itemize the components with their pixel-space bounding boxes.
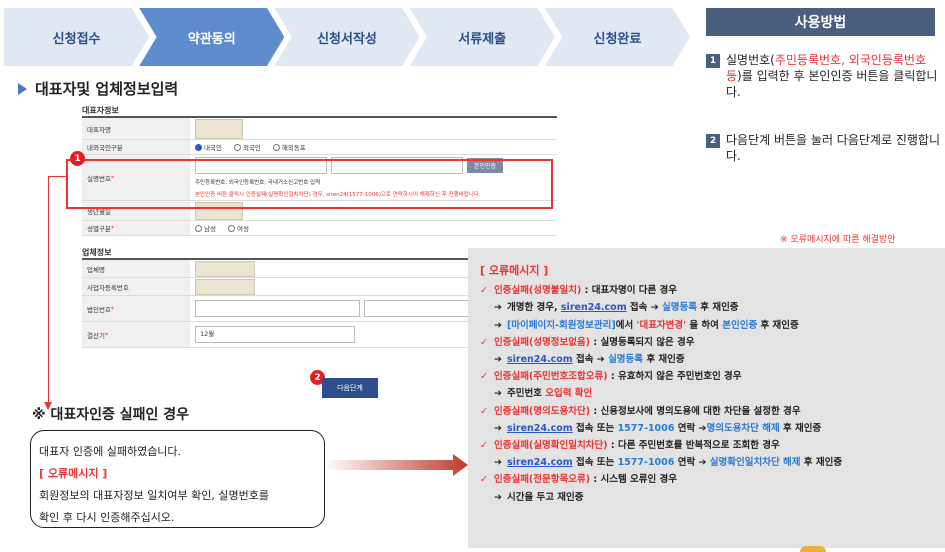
error-item-3: ✓ 인증실패(주민번호조합오류) : 유효하지 않은 주민번호인 경우 (480, 371, 742, 383)
step-form: 신청서작성 (274, 8, 420, 66)
radio-overseas[interactable]: 해외동포 (272, 142, 306, 152)
connector-v (48, 176, 49, 404)
error-item-2: ✓ 인증실패(성명정보없음) : 실명등록되지 않은 경우 (480, 336, 695, 348)
error-item-1: ✓ 인증실패(성명불일치) : 대표자명이 다른 경우 (480, 285, 678, 297)
how-text-1: 실명번호(주민등록번호, 외국인등록번호 등)를 입력한 후 본인인증 버튼을 … (726, 53, 938, 99)
fail-line3: 확인 후 다시 인증해주십시오. (39, 511, 175, 524)
error-item-1-sol-2: ➔ [마이페이지-회원정보관리]에서 '대표자변경' 을 하여 본인인증 후 재인… (494, 319, 799, 331)
fail-title: ※ 대표자인증 실패인 경우 (32, 407, 190, 423)
siren24-link[interactable]: siren24.com (507, 354, 573, 365)
page-title: 대표자및 업체정보입력 (18, 78, 178, 99)
how-num-1: 1 (706, 54, 720, 68)
how-to-use-header: 사용방법 (706, 8, 935, 36)
rep-name-label: 대표자명 (82, 118, 190, 139)
siren24-link[interactable]: siren24.com (507, 423, 573, 434)
fail-line1: 대표자 인증에 실패하였습니다. (39, 445, 182, 458)
siren24-link[interactable]: siren24.com (561, 302, 627, 313)
logo-mark (800, 546, 826, 552)
fail-line2: 회원정보의 대표자정보 일치여부 확인, 실명번호를 (39, 489, 270, 502)
next-step-button[interactable]: 다음단계 (322, 378, 378, 398)
siren24-link[interactable]: siren24.com (507, 457, 573, 468)
settle-select[interactable]: 12월 (195, 326, 355, 343)
error-item-6: ✓ 인증실패(전문항목오류) : 시스템 오류인 경우 (480, 474, 678, 486)
rep-name-field[interactable] (195, 118, 243, 139)
solution-label: ※ 오류메시지에 따른 해결방안 (780, 235, 896, 245)
nationality-label: 내외국인구분 (82, 140, 190, 154)
error-panel-head: [ 오류메시지 ] (480, 264, 549, 277)
how-num-2: 2 (706, 134, 720, 148)
error-item-2-sol: ➔ siren24.com 접속 ➔ 실명등록 후 재인증 (494, 354, 685, 366)
step-terms: 약관동의 (139, 8, 285, 66)
connector-h (48, 176, 66, 177)
error-item-5: ✓ 인증실패(실명확인일치차단) : 다른 주민번호를 반복적으로 조회한 경우 (480, 440, 780, 452)
how-item-1: 1 실명번호(주민등록번호, 외국인등록번호 등)를 입력한 후 본인인증 버튼… (706, 52, 941, 100)
triangle-icon (18, 82, 27, 95)
page-title-text: 대표자및 업체정보입력 (35, 80, 179, 98)
radio-foreign[interactable]: 외국인 (233, 142, 261, 152)
gender-label: 성별구분 * (82, 221, 190, 235)
error-panel: [ 오류메시지 ] ✓ 인증실패(성명불일치) : 대표자명이 다른 경우 ➔ 개명… (468, 248, 945, 548)
biz-name-label: 업체명 (82, 260, 190, 277)
error-item-3-sol: ➔ 주민번호 오입력 확인 (494, 388, 593, 400)
radio-domestic[interactable]: 내국인 (195, 142, 222, 152)
error-item-4: ✓ 인증실패(명의도용차단) : 신용정보사에 명의도용에 대한 차단을 설정한 … (480, 405, 801, 417)
step-documents: 서류제출 (409, 8, 555, 66)
biz-name-field[interactable] (195, 260, 255, 277)
step-apply: 신청접수 (4, 8, 150, 66)
error-item-5-sol: ➔ siren24.com 접속 또는 1577-1006 연락 ➔ 실명확인일치… (494, 457, 843, 469)
biz-regno-field[interactable] (195, 278, 255, 295)
corpno-input-1[interactable] (195, 300, 360, 317)
how-item-2: 2 다음단계 버튼을 눌러 다음단계로 진행합니다. (706, 132, 941, 164)
fail-error-label: [ 오류메시지 ] (39, 467, 108, 480)
radio-female[interactable]: 여성 (227, 223, 249, 233)
settle-label: 결산기 * (82, 322, 190, 347)
id-highlight-box (66, 159, 553, 209)
badge-1: 1 (70, 151, 85, 166)
progress-steps: 신청접수 약관동의 신청서작성 서류제출 신청완료 (4, 8, 691, 66)
error-item-1-sol-1: ➔ 개명한 경우, siren24.com 접속 ➔ 실명등록 후 재인증 (494, 302, 739, 314)
fail-message-box: 대표자 인증에 실패하였습니다. [ 오류메시지 ] 회원정보의 대표자정보 일… (30, 430, 325, 528)
rep-name-row: 대표자명 (82, 118, 557, 140)
gender-row: 성별구분 * 남성 여성 (82, 221, 557, 236)
step-complete: 신청완료 (544, 8, 691, 66)
nationality-row: 내외국인구분 내국인 외국인 해외동포 (82, 140, 557, 155)
radio-male[interactable]: 남성 (195, 223, 216, 233)
biz-regno-label: 사업자등록번호 (82, 278, 190, 295)
error-item-6-sol: ➔ 시간을 두고 재인증 (494, 491, 584, 503)
gradient-arrow-icon (325, 454, 468, 476)
error-item-4-sol: ➔ siren24.com 접속 또는 1577-1006 연락 ➔명의도용차단 … (494, 422, 822, 434)
corpno-label: 법인번호 * (82, 296, 190, 321)
how-text-2: 다음단계 버튼을 눌러 다음단계로 진행합니다. (726, 133, 940, 163)
